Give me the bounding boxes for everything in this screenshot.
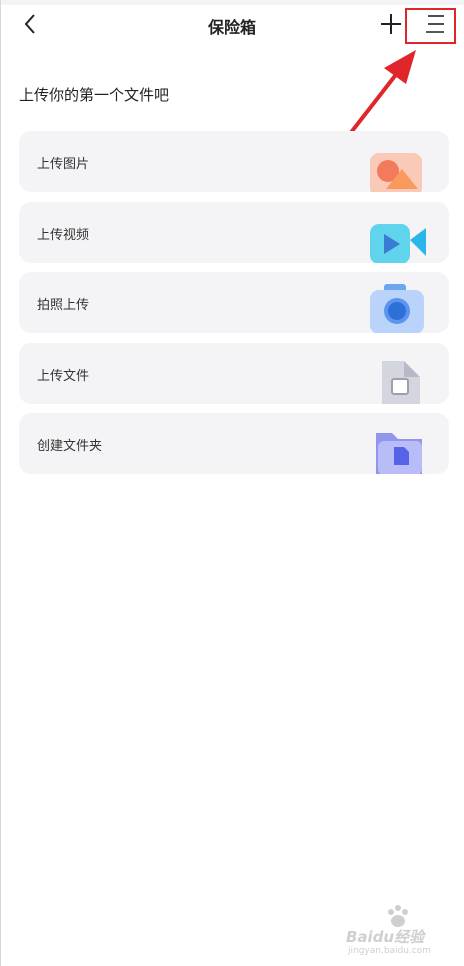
annotation-highlight-box (405, 8, 456, 44)
action-label: 上传文件 (37, 368, 90, 384)
action-label: 拍照上传 (37, 298, 90, 313)
document-icon (382, 360, 420, 404)
upload-action-list: 上传图片 上传视频 拍照上传 上传文件 创建文件夹 (19, 131, 449, 484)
action-label: 上传视频 (37, 227, 90, 243)
section-title: 上传你的第一个文件吧 (19, 86, 170, 104)
watermark-url: jingyan.baidu.com (348, 946, 432, 956)
action-label: 上传图片 (37, 157, 90, 172)
paw-icon (388, 905, 408, 927)
watermark-text: Baidu经验 (346, 928, 425, 946)
create-folder-button[interactable]: 创建文件夹 (19, 413, 449, 474)
add-button[interactable] (378, 11, 404, 37)
take-photo-upload-button[interactable]: 拍照上传 (19, 272, 449, 333)
upload-video-button[interactable]: 上传视频 (19, 201, 449, 263)
edge-divider (0, 0, 1, 966)
action-label: 创建文件夹 (37, 439, 103, 454)
upload-image-button[interactable]: 上传图片 (19, 131, 449, 192)
plus-icon (381, 14, 401, 34)
video-camera-icon (370, 223, 426, 263)
image-icon (370, 153, 422, 192)
camera-icon (370, 284, 424, 333)
baidu-watermark: Baidu经验 jingyan.baidu.com (346, 904, 456, 960)
upload-file-button[interactable]: 上传文件 (19, 342, 449, 404)
folder-icon (376, 433, 422, 474)
top-bar: 保险箱 (0, 5, 464, 45)
